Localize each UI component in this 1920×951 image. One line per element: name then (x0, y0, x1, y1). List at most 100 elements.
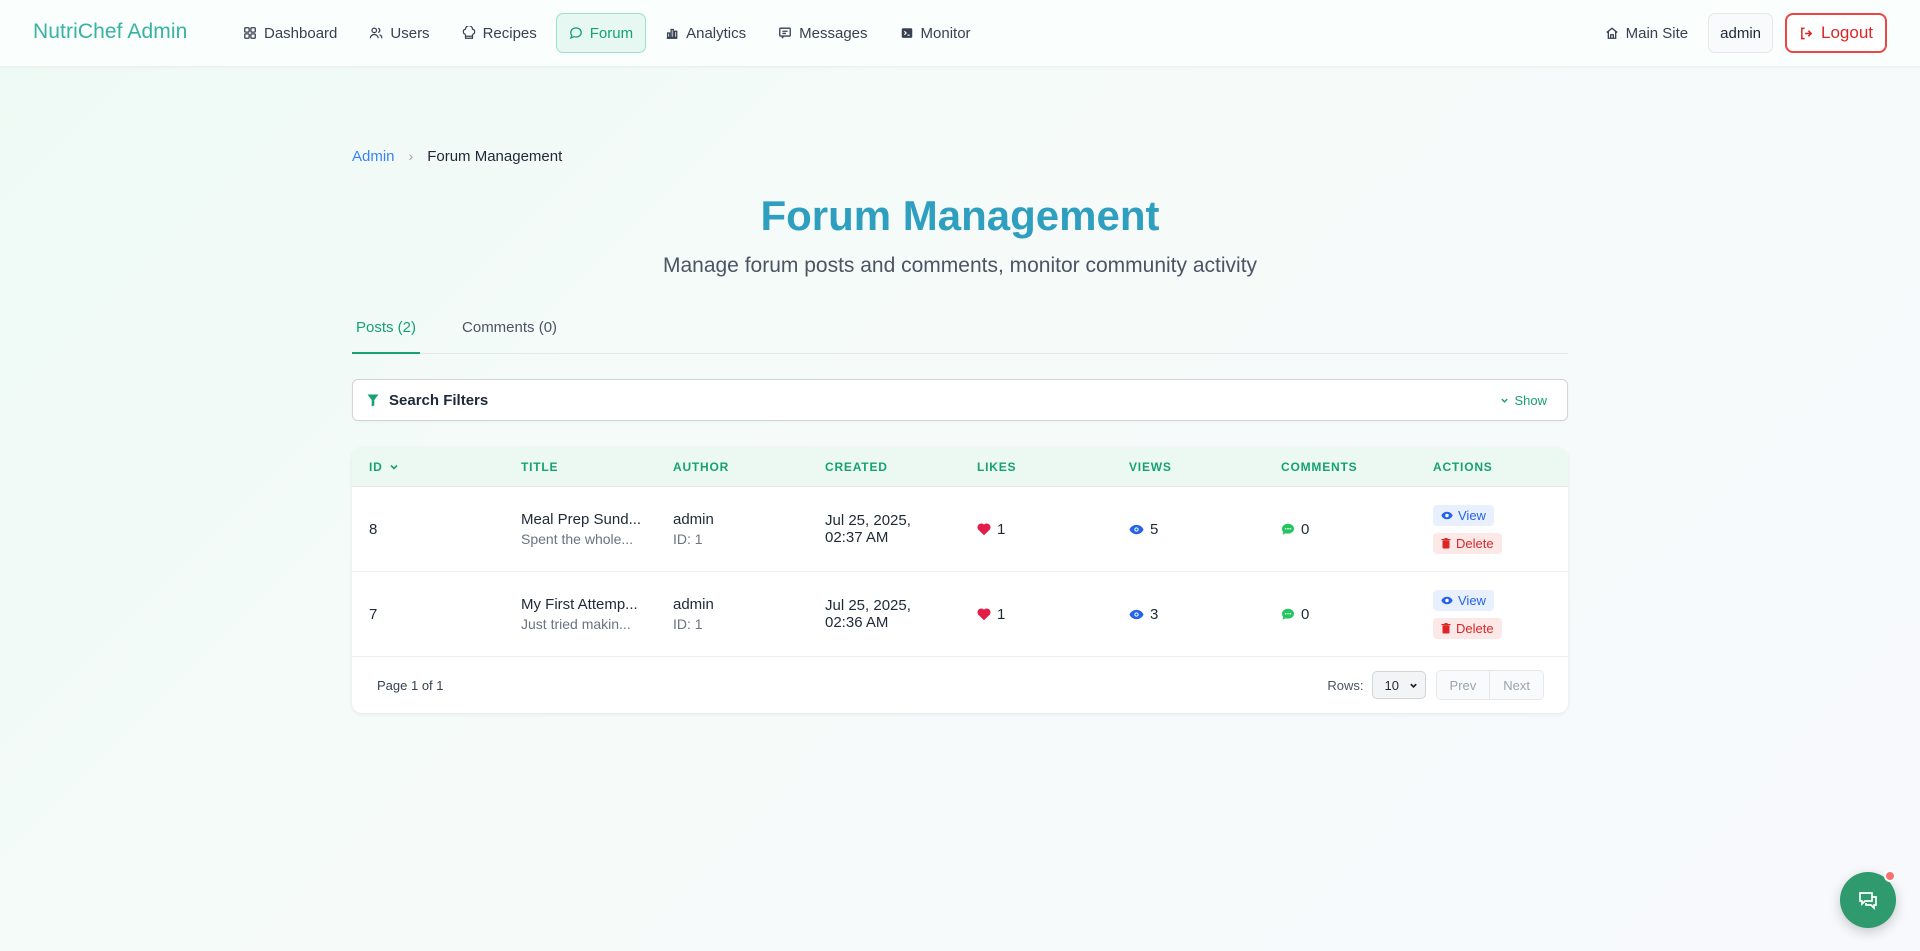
post-excerpt: Just tried makin... (521, 616, 631, 632)
page-info: Page 1 of 1 (377, 677, 444, 693)
table-row: 8 Meal Prep Sund... Spent the whole... a… (352, 487, 1568, 572)
nav-messages-label: Messages (799, 24, 868, 42)
eye-icon (1129, 524, 1144, 534)
heart-icon (977, 607, 991, 620)
nav-links: Dashboard Users Recipes Forum Analytics … (230, 13, 984, 53)
nav-analytics[interactable]: Analytics (652, 13, 759, 53)
tab-bar: Posts (2) Comments (0) (352, 314, 1568, 354)
grid-icon (244, 27, 256, 39)
post-author: admin (673, 596, 714, 613)
chevron-down-icon (1409, 683, 1417, 688)
post-title: Meal Prep Sund... (521, 511, 642, 528)
post-views: 3 (1112, 606, 1264, 623)
comments-count: 0 (1301, 520, 1310, 538)
filters-toggle-button[interactable]: Show (1500, 393, 1547, 408)
sort-desc-icon (390, 464, 398, 470)
chat-icon (1859, 892, 1877, 911)
tab-comments[interactable]: Comments (0) (458, 314, 561, 354)
nav-recipes[interactable]: Recipes (449, 13, 550, 53)
main-site-link[interactable]: Main Site (1597, 13, 1697, 53)
page-title: Forum Management (760, 192, 1160, 239)
heart-icon (977, 522, 991, 535)
post-id: 8 (369, 520, 378, 538)
post-author-id: ID: 1 (673, 616, 703, 632)
chevron-right-icon: › (408, 148, 414, 164)
breadcrumb-admin-link[interactable]: Admin (352, 148, 395, 165)
eye-icon (1441, 511, 1453, 519)
comment-icon (1282, 608, 1294, 620)
post-likes: 1 (960, 606, 1112, 623)
nav-analytics-label: Analytics (686, 24, 747, 42)
view-button[interactable]: View (1433, 589, 1494, 611)
post-author-cell: admin ID: 1 (656, 596, 808, 632)
logout-label: Logout (1821, 23, 1873, 42)
chat-bubble-icon (569, 27, 582, 40)
post-author: admin (673, 511, 714, 528)
header-comments: COMMENTS (1281, 460, 1358, 474)
breadcrumb-current: Forum Management (427, 147, 563, 165)
header-created: CREATED (825, 460, 888, 474)
post-created-date: Jul 25, 2025, (825, 512, 911, 529)
users-icon (370, 27, 383, 39)
likes-count: 1 (997, 605, 1006, 623)
breadcrumb: Admin › Forum Management (352, 138, 1568, 174)
filter-icon (367, 394, 379, 406)
post-actions: View Delete (1416, 504, 1568, 554)
header-author: AUTHOR (673, 460, 730, 474)
trash-icon (1441, 537, 1451, 548)
view-label: View (1458, 507, 1486, 523)
bar-chart-icon (666, 28, 678, 39)
post-author-id: ID: 1 (673, 531, 703, 547)
post-excerpt: Spent the whole... (521, 531, 634, 547)
comments-count: 0 (1301, 605, 1310, 623)
delete-button[interactable]: Delete (1433, 532, 1502, 554)
post-id: 7 (369, 605, 378, 623)
table-row: 7 My First Attemp... Just tried makin...… (352, 572, 1568, 657)
nav-monitor-label: Monitor (920, 24, 971, 42)
comment-icon (1282, 523, 1294, 535)
delete-button[interactable]: Delete (1433, 617, 1502, 639)
header-views: VIEWS (1129, 460, 1172, 474)
post-actions: View Delete (1416, 589, 1568, 639)
notification-dot (1884, 870, 1896, 882)
nav-dashboard[interactable]: Dashboard (230, 13, 350, 53)
page-subtitle: Manage forum posts and comments, monitor… (662, 254, 1258, 277)
nav-messages[interactable]: Messages (765, 13, 880, 53)
post-likes: 1 (960, 521, 1112, 538)
nav-recipes-label: Recipes (482, 24, 537, 42)
nav-forum-label: Forum (589, 24, 634, 42)
message-square-icon (779, 27, 792, 39)
next-button[interactable]: Next (1489, 671, 1543, 699)
views-count: 3 (1150, 605, 1159, 623)
eye-icon (1441, 596, 1453, 604)
rows-per-page-select[interactable]: 10 (1371, 671, 1426, 699)
page-buttons: Prev Next (1435, 670, 1544, 700)
nav-users[interactable]: Users (356, 13, 442, 53)
nav-monitor[interactable]: Monitor (887, 13, 984, 53)
header-id[interactable]: ID (352, 460, 504, 474)
nav-dashboard-label: Dashboard (264, 24, 338, 42)
post-author-cell: admin ID: 1 (656, 511, 808, 547)
filters-toggle-label: Show (1514, 392, 1547, 408)
post-created-date: Jul 25, 2025, (825, 597, 911, 614)
brand-logo[interactable]: NutriChef Admin (33, 20, 187, 44)
post-created: Jul 25, 2025, 02:37 AM (808, 512, 960, 546)
view-button[interactable]: View (1433, 504, 1494, 526)
nav-users-label: Users (390, 24, 430, 42)
view-label: View (1458, 592, 1486, 608)
delete-label: Delete (1456, 620, 1494, 636)
header-title: TITLE (521, 460, 559, 474)
rows-value: 10 (1384, 677, 1399, 693)
tab-posts[interactable]: Posts (2) (352, 314, 421, 354)
prev-button[interactable]: Prev (1436, 671, 1490, 699)
home-icon (1605, 27, 1618, 39)
header-likes: LIKES (977, 460, 1017, 474)
nav-forum[interactable]: Forum (555, 13, 647, 53)
chat-fab-button[interactable] (1840, 870, 1896, 928)
posts-table: ID TITLE AUTHOR CREATED LIKES VIEWS COMM… (352, 448, 1568, 713)
user-menu[interactable]: admin (1708, 13, 1773, 53)
logout-button[interactable]: Logout (1785, 13, 1887, 53)
terminal-icon (901, 28, 912, 38)
chef-hat-icon (462, 26, 475, 39)
search-filters-panel: Search Filters Show (352, 379, 1568, 421)
